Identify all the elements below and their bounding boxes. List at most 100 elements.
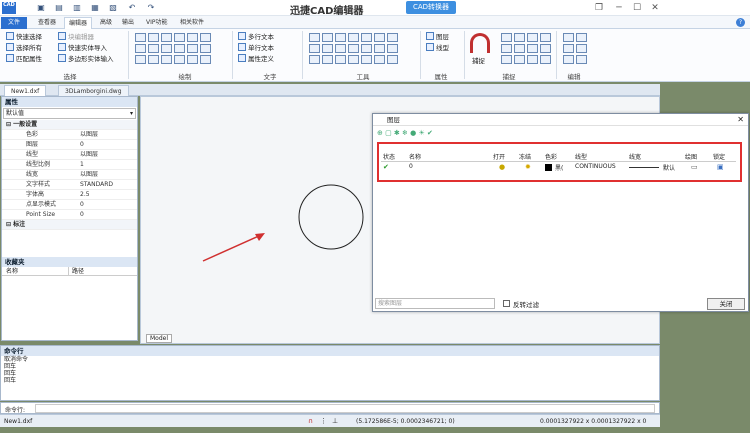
fillet-icon[interactable] [335, 44, 346, 53]
polygon-entity-input-button[interactable]: 多边形实体输入 [58, 54, 114, 65]
rotate-icon[interactable] [161, 44, 172, 53]
maximize-icon[interactable]: ☐ [630, 2, 644, 14]
copy-clip-icon[interactable] [563, 44, 574, 53]
redo-icon[interactable]: ↷ [146, 3, 156, 13]
region-icon[interactable] [135, 55, 146, 64]
view-icon[interactable] [200, 55, 211, 64]
brush-icon[interactable] [187, 44, 198, 53]
property-row[interactable]: 线型 以图层 [2, 150, 137, 160]
explode-icon[interactable] [361, 44, 372, 53]
new-icon[interactable]: ▣ [36, 3, 46, 13]
property-row[interactable]: Point Size 0 [2, 210, 137, 220]
select-icon[interactable] [576, 55, 587, 64]
capture-button[interactable]: 捕捉 [472, 55, 485, 65]
dialog-close-icon[interactable]: ✕ [737, 115, 744, 124]
reverse-filter-checkbox[interactable] [503, 300, 510, 307]
point-icon[interactable] [148, 55, 159, 64]
cut-icon[interactable] [576, 44, 587, 53]
save-icon[interactable]: ▥ [72, 3, 82, 13]
arc-icon[interactable] [174, 33, 185, 42]
circle-icon[interactable] [135, 44, 146, 53]
layer-toolbar-icons[interactable]: ⊕ ▢ ✱ ❄ ● ☀ ✔ [377, 129, 433, 137]
trim-icon[interactable] [361, 33, 372, 42]
mirror-icon[interactable] [335, 33, 346, 42]
ortho-toggle-icon[interactable]: ⊥ [332, 417, 338, 425]
color-swatch[interactable] [545, 164, 552, 171]
multiline-text-button[interactable]: 多行文本 [238, 32, 274, 43]
help-icon[interactable]: ? [736, 18, 745, 27]
undo-icon[interactable]: ↶ [127, 3, 137, 13]
property-row[interactable]: 图层 0 [2, 140, 137, 150]
snap-insert-icon[interactable] [527, 44, 538, 53]
snap-node-icon[interactable] [540, 33, 551, 42]
snap-quadrant-icon[interactable] [527, 55, 538, 64]
table-icon[interactable] [200, 44, 211, 53]
command-input[interactable] [35, 404, 655, 413]
magnet-icon[interactable] [470, 33, 490, 53]
property-row[interactable]: 色彩 以图层 [2, 130, 137, 140]
join-icon[interactable] [374, 44, 385, 53]
snap-endpoint-icon[interactable] [501, 33, 512, 42]
snap-nearest-icon[interactable] [514, 55, 525, 64]
tab-viewer[interactable]: 查看器 [34, 17, 60, 29]
break-icon[interactable] [387, 44, 398, 53]
snap-intersection-icon[interactable] [501, 44, 512, 53]
match-properties-button[interactable]: 匹配属性 [6, 54, 42, 65]
delete-icon[interactable] [576, 33, 587, 42]
hatch-icon[interactable] [200, 33, 211, 42]
extend-icon[interactable] [374, 33, 385, 42]
snap-tangent-icon[interactable] [501, 55, 512, 64]
doc-tab-lamborgini[interactable]: 3DLamborgini.dwg [58, 85, 129, 96]
model-tab[interactable]: Model [146, 334, 173, 343]
bulb-on-icon[interactable]: ● [499, 163, 505, 171]
single-line-text-button[interactable]: 单行文本 [238, 43, 274, 54]
line-icon[interactable] [135, 33, 146, 42]
close-button[interactable]: 关闭 [707, 298, 745, 310]
stretch-icon[interactable] [322, 44, 333, 53]
grid-toggle-icon[interactable]: ⋮ [320, 417, 327, 425]
print-icon[interactable]: ▦ [90, 3, 100, 13]
dot-icon[interactable] [161, 55, 172, 64]
block-editor-button[interactable]: 块编辑器 [58, 32, 114, 43]
tab-editor[interactable]: 编辑器 [64, 17, 93, 29]
layer-row[interactable]: ✔ 0 ● ✹ 黑( CONTINUOUS 默认 ▭ ▣ [381, 163, 736, 173]
area-icon[interactable] [335, 55, 346, 64]
property-row[interactable]: 文字样式 STANDARD [2, 180, 137, 190]
copy-icon[interactable] [322, 33, 333, 42]
lengthen-icon[interactable] [374, 55, 385, 64]
section-general[interactable]: ⊟ 一般设置 [2, 120, 137, 130]
property-row[interactable]: 字体高 2.5 [2, 190, 137, 200]
snap-midpoint-icon[interactable] [514, 33, 525, 42]
sun-icon[interactable]: ✹ [525, 163, 531, 171]
properties-selector[interactable]: 默认值 ▾ [3, 108, 136, 119]
restore-icon[interactable]: ❐ [592, 2, 606, 14]
drawn-circle[interactable] [298, 184, 364, 250]
pen-icon[interactable] [187, 33, 198, 42]
chamfer-icon[interactable] [348, 44, 359, 53]
tab-file[interactable]: 文件 [1, 17, 27, 29]
minimize-icon[interactable]: ─ [612, 2, 626, 14]
property-row[interactable]: 线宽 以图层 [2, 170, 137, 180]
ellipse-icon[interactable] [148, 44, 159, 53]
image-icon[interactable] [174, 55, 185, 64]
tab-related-software[interactable]: 相关软件 [176, 17, 208, 29]
move-icon[interactable] [309, 33, 320, 42]
printer-icon[interactable]: ▭ [691, 163, 698, 171]
quick-select-button[interactable]: 快速选择 [6, 32, 42, 43]
doc-tab-new1[interactable]: New1.dxf [4, 85, 47, 96]
property-row[interactable]: 点显示模式 0 [2, 200, 137, 210]
property-row[interactable]: 线型比例 1 [2, 160, 137, 170]
snap-toggle-icon[interactable]: ∩ [308, 417, 313, 425]
select-all-button[interactable]: 选择所有 [6, 43, 42, 54]
snap-parallel-icon[interactable] [540, 55, 551, 64]
layer-search-input[interactable]: 搜索图层 [375, 298, 495, 309]
tab-advanced[interactable]: 高级 [96, 17, 116, 29]
pan-icon[interactable] [348, 55, 359, 64]
distance-icon[interactable] [322, 55, 333, 64]
attribute-definition-button[interactable]: 属性定义 [238, 54, 274, 65]
scale-icon[interactable] [348, 33, 359, 42]
close-icon[interactable]: ✕ [648, 2, 662, 14]
snap-extension-icon[interactable] [514, 44, 525, 53]
open-icon[interactable]: ▤ [54, 3, 64, 13]
polyline-icon[interactable] [161, 33, 172, 42]
